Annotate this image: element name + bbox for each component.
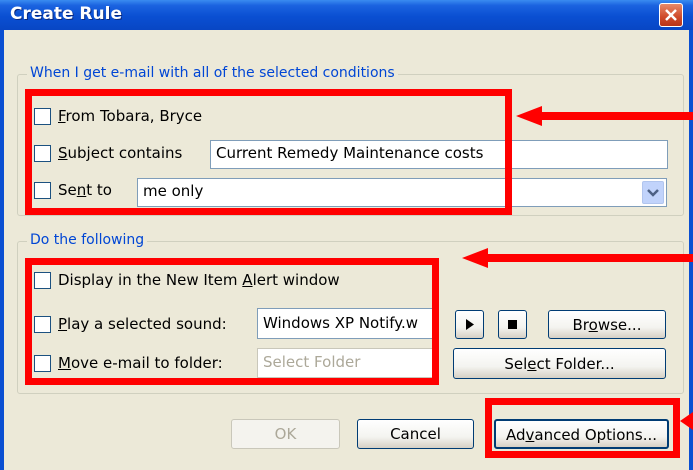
annotation-arrow-head-1 [516, 106, 542, 126]
select-folder-button[interactable]: Select Folder... [453, 348, 666, 379]
close-button[interactable] [659, 3, 683, 27]
play-icon [466, 319, 474, 330]
ok-button[interactable]: OK [231, 419, 340, 449]
cancel-button[interactable]: Cancel [357, 419, 474, 449]
window-title: Create Rule [10, 4, 122, 24]
conditions-legend: When I get e-mail with all of the select… [27, 65, 398, 81]
browse-button[interactable]: Browse... [548, 310, 666, 339]
annotation-box-actions [25, 258, 439, 385]
actions-legend: Do the following [27, 232, 148, 248]
stop-icon [508, 320, 517, 329]
annotation-box-advanced [485, 398, 680, 458]
window-frame-right [689, 30, 693, 470]
annotation-arrow-shaft-2 [486, 254, 693, 262]
stop-sound-button[interactable] [498, 310, 527, 339]
annotation-box-conditions [25, 89, 512, 215]
close-icon [665, 9, 677, 21]
sentto-dropdown-button[interactable] [642, 181, 664, 204]
window-frame-left [0, 30, 4, 470]
annotation-arrow-shaft-1 [540, 112, 693, 120]
play-sound-button[interactable] [455, 310, 484, 339]
annotation-arrow-head-3 [680, 412, 693, 430]
chevron-down-icon [647, 189, 659, 197]
annotation-arrow-head-2 [462, 248, 488, 268]
